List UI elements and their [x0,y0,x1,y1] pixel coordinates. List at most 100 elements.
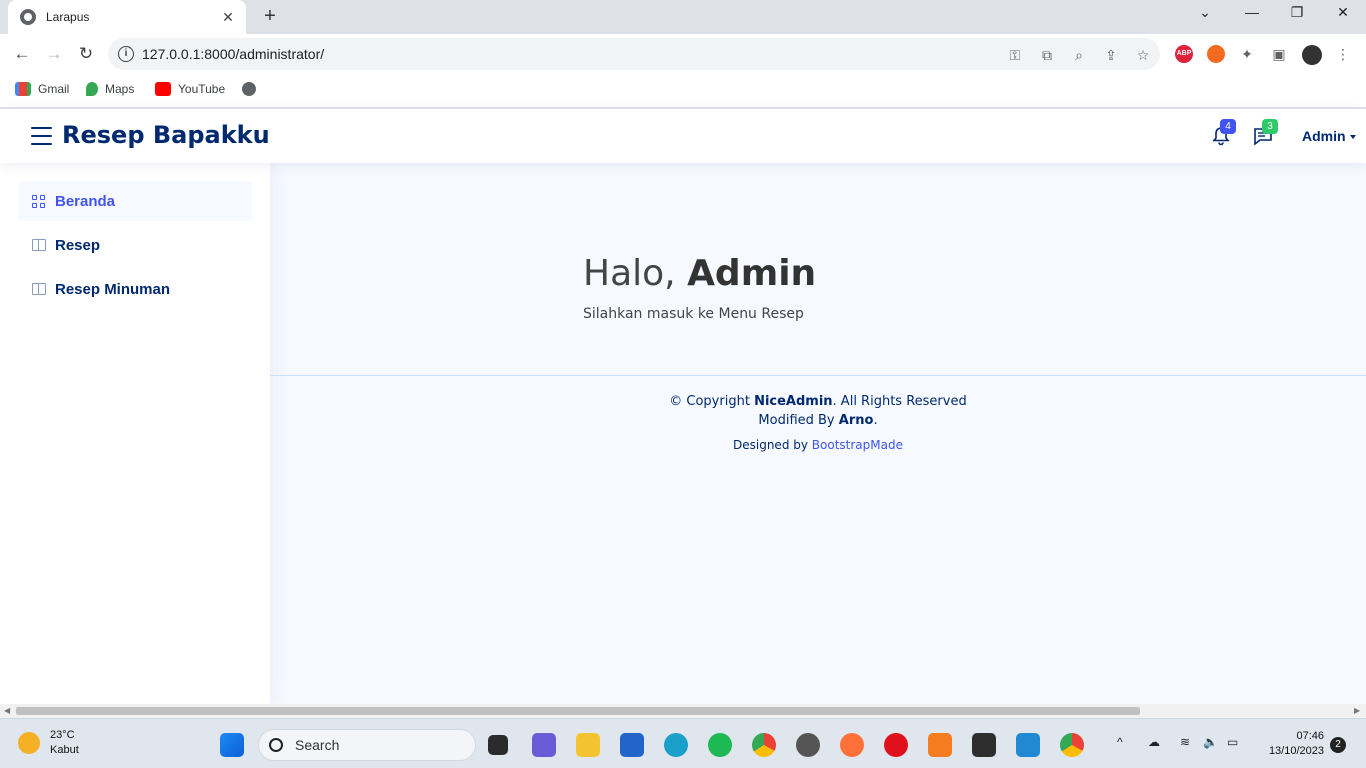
terminal-icon[interactable] [972,733,996,757]
whatsapp-icon[interactable] [796,733,820,757]
tab-title: Larapus [46,10,90,24]
taskbar-clock[interactable]: 07:46 13/10/2023 [1256,729,1324,759]
web-page: Resep Bapakku 4 3 Admin Beranda Resep Re… [0,109,1366,704]
minimize-icon[interactable]: — [1240,4,1264,20]
notification-center-badge[interactable]: 2 [1330,737,1346,753]
adblock-icon[interactable]: ABP [1175,45,1193,63]
main-content: Halo, Admin Silahkan masuk ke Menu Resep… [270,163,1366,704]
app-header: Resep Bapakku 4 3 Admin [0,109,1366,163]
onedrive-icon[interactable]: ☁ [1148,735,1160,749]
forward-icon[interactable]: → [42,42,66,66]
taskbar: 23°C Kabut Search ^ ☁ ≋ 🔈 ▭ 07:46 13/10/… [0,718,1366,768]
weather-sun-icon [18,732,40,754]
teams-icon[interactable] [532,733,556,757]
book-icon [32,239,46,251]
greeting-subtitle: Silahkan masuk ke Menu Resep [583,306,804,322]
sidebar-item-resep[interactable]: Resep [18,225,252,265]
sidebar-item-resep-minuman[interactable]: Resep Minuman [18,269,252,309]
maximize-icon[interactable]: ❐ [1285,4,1309,21]
notifications-badge: 4 [1220,119,1236,134]
gmail-icon [15,82,31,96]
store-icon[interactable] [620,733,644,757]
browser-tab[interactable]: Larapus ✕ [8,0,246,34]
greeting-name: Admin [687,253,817,294]
bookmark-maps[interactable]: Maps [86,82,134,96]
footer-copyright: © Copyright NiceAdmin. All Rights Reserv… [669,394,967,409]
volume-icon[interactable]: 🔈 [1203,735,1218,749]
file-explorer-icon[interactable] [576,733,600,757]
task-view-icon[interactable] [488,735,508,755]
bootstrapmade-link[interactable]: BootstrapMade [812,438,903,452]
bookmarks-bar: Gmail Maps YouTube [0,74,1366,108]
hamburger-menu-icon[interactable] [31,127,52,145]
weather-widget[interactable]: 23°C Kabut [18,728,79,758]
sidebar: Beranda Resep Resep Minuman [0,163,270,704]
side-panel-icon[interactable]: ▣ [1270,45,1288,63]
opera-icon[interactable] [884,733,908,757]
vscode-icon[interactable] [1016,733,1040,757]
reload-icon[interactable]: ↻ [74,42,98,66]
key-icon[interactable]: ⚿ [1006,46,1024,64]
youtube-icon [155,82,171,96]
notifications-button[interactable]: 4 [1210,119,1236,147]
sidebar-item-label: Resep [55,236,101,254]
caret-down-icon [1349,135,1356,140]
sidebar-item-label: Resep Minuman [55,280,171,298]
new-tab-button[interactable]: + [258,5,282,28]
chrome-icon[interactable] [752,733,776,757]
horizontal-scrollbar[interactable]: ◀ ▶ [0,704,1366,718]
clock-date: 13/10/2023 [1268,745,1324,757]
xampp-icon[interactable] [928,733,952,757]
book-icon [32,283,46,295]
windows-start-icon[interactable] [220,733,244,757]
chrome-profile-icon[interactable] [1060,733,1084,757]
menu-dots-icon[interactable]: ⋮ [1334,45,1352,63]
clock-time: 07:46 [1296,730,1324,742]
search-icon [269,738,283,752]
wifi-icon[interactable]: ≋ [1180,735,1190,749]
show-hidden-icons-icon[interactable]: ^ [1117,735,1123,749]
footer-credits: Designed by BootstrapMade [733,438,903,452]
grid-icon [32,195,46,208]
weather-condition: Kabut [50,744,79,756]
footer-modified: Modified By Arno. [758,413,878,428]
scroll-left-icon[interactable]: ◀ [4,704,10,718]
bookmark-youtube[interactable]: YouTube [155,82,225,96]
scroll-right-icon[interactable]: ▶ [1354,704,1360,718]
open-in-app-icon[interactable]: ⧉ [1038,46,1056,64]
share-icon[interactable]: ⇪ [1102,46,1120,64]
messages-badge: 3 [1262,119,1278,134]
messages-button[interactable]: 3 [1252,119,1278,147]
spotify-icon[interactable] [708,733,732,757]
sidebar-item-label: Beranda [55,192,116,210]
tab-search-chevron-icon[interactable]: ⌄ [1193,4,1217,21]
profile-avatar[interactable] [1302,45,1322,65]
bookmark-gmail[interactable]: Gmail [15,82,69,96]
firefox-icon[interactable] [840,733,864,757]
footer-divider [270,375,1366,376]
globe-icon [242,82,256,96]
bookmark-star-icon[interactable]: ☆ [1134,46,1152,64]
bookmark-globe[interactable] [242,82,263,96]
address-url[interactable]: 127.0.0.1:8000/administrator/ [142,46,324,62]
taskbar-search[interactable]: Search [258,729,476,761]
greeting-heading: Halo, Admin [583,253,817,294]
browser-toolbar: ← → ↻ i 127.0.0.1:8000/administrator/ ⚿ … [0,34,1366,74]
back-icon[interactable]: ← [10,42,34,66]
brand-title[interactable]: Resep Bapakku [62,121,270,149]
globe-icon [20,9,36,25]
address-bar[interactable]: i 127.0.0.1:8000/administrator/ ⚿ ⧉ ⌕ ⇪ … [108,38,1160,70]
battery-icon[interactable]: ▭ [1227,735,1238,749]
maps-icon [86,82,98,96]
browser-tabstrip: Larapus ✕ + ⌄ — ❐ ✕ [0,0,1366,34]
edge-icon[interactable] [664,733,688,757]
extension-icon[interactable] [1207,45,1225,63]
sidebar-item-beranda[interactable]: Beranda [18,181,252,221]
scrollbar-thumb[interactable] [16,707,1140,715]
puzzle-icon[interactable]: ✦ [1238,45,1256,63]
site-info-icon[interactable]: i [118,46,134,62]
tab-close-icon[interactable]: ✕ [220,9,236,26]
user-dropdown[interactable]: Admin [1302,128,1356,144]
zoom-icon[interactable]: ⌕ [1070,46,1088,64]
close-window-icon[interactable]: ✕ [1331,4,1355,21]
